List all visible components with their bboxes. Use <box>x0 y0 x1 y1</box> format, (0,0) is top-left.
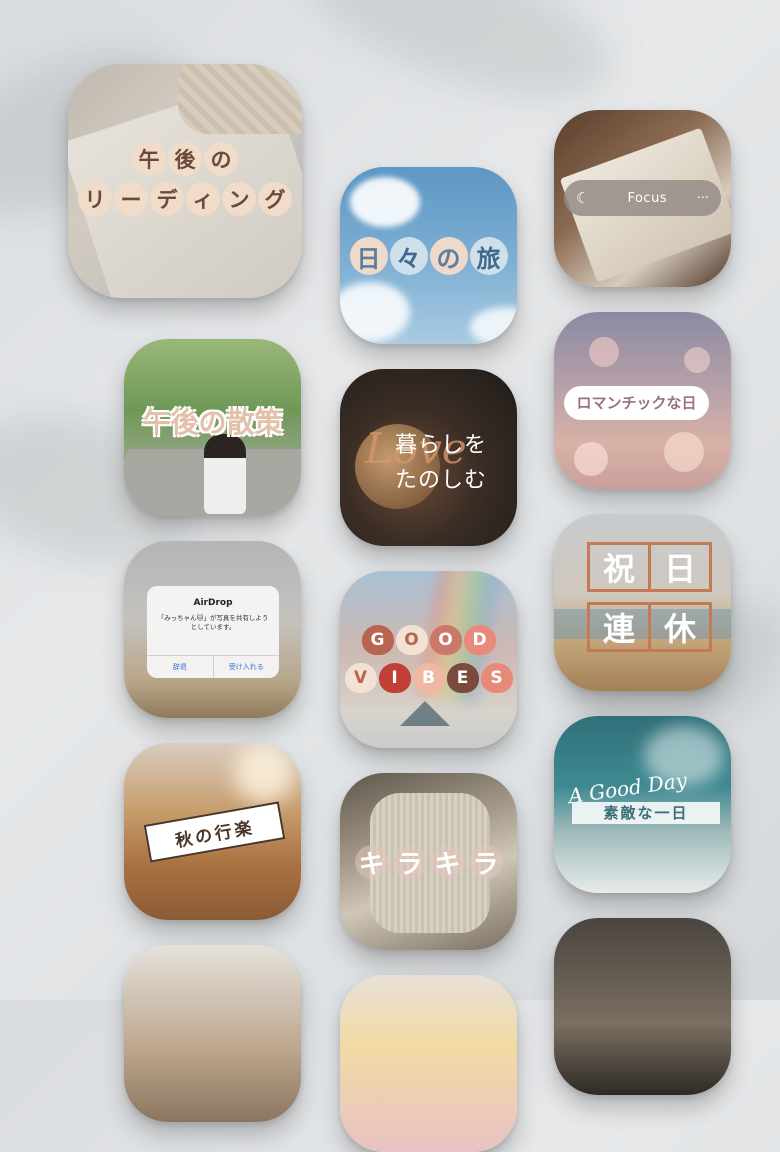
widget-enjoy-life[interactable]: Love 暮らしを たのしむ <box>340 369 517 546</box>
heart-letter: D <box>463 625 496 655</box>
accept-button[interactable]: 受け入れる <box>214 656 280 678</box>
autumn-ribbon: 秋の行楽 <box>143 801 286 863</box>
heart-letter: B <box>412 663 445 693</box>
leaf-shadow <box>289 0 631 132</box>
heart-letter: O <box>395 625 428 655</box>
airdrop-title: AirDrop <box>193 598 233 608</box>
title-char: キ <box>354 845 389 880</box>
person-figure <box>204 434 246 514</box>
title-char: ィ <box>186 182 220 216</box>
heart-letter: S <box>480 663 513 693</box>
bokeh <box>664 432 704 472</box>
reading-title: 午 後 の リ ー デ ィ ン グ <box>68 142 302 216</box>
widget-airdrop[interactable]: AirDrop 「みっちゃん🐱」が写真を共有しようとしています。 辞退 受け入れ… <box>124 541 301 718</box>
title-char: の <box>429 237 468 275</box>
widget-afternoon-walk[interactable]: 午後の散策 <box>124 339 301 516</box>
cloud <box>350 177 420 227</box>
autumn-title: 秋の行楽 <box>173 817 257 852</box>
vibes-row: V I B E S <box>340 663 517 693</box>
title-char: リ <box>78 182 112 216</box>
bokeh <box>574 442 608 476</box>
widget-partial-pastel[interactable] <box>340 975 517 1152</box>
title-char: 午 <box>132 142 166 176</box>
widget-good-day[interactable]: A Good Day 素敵な一日 <box>554 716 731 893</box>
journey-title: 日 々 の 旅 <box>348 237 509 275</box>
holiday-grid: 祝 日 連 休 <box>587 542 712 652</box>
focus-pill[interactable]: ☾ Focus ··· <box>564 180 721 216</box>
romantic-title: ロマンチックな日 <box>564 386 709 420</box>
more-icon[interactable]: ··· <box>697 191 709 206</box>
widget-romantic-day[interactable]: ロマンチックな日 <box>554 312 731 489</box>
widget-kirakira[interactable]: キ ラ キ ラ <box>340 773 517 950</box>
enjoy-line1: 暮らしを <box>395 433 488 458</box>
kirakira-title: キ ラ キ ラ <box>340 845 517 880</box>
focus-label: Focus <box>627 190 668 206</box>
widget-partial-photo[interactable] <box>124 945 301 1122</box>
title-char: 後 <box>168 142 202 176</box>
widget-holiday[interactable]: 祝 日 連 休 <box>554 514 731 691</box>
title-char: キ <box>430 845 465 880</box>
widget-daily-journey[interactable]: 日 々 の 旅 <box>340 167 517 344</box>
title-char: 日 <box>349 237 388 275</box>
heart-letter: V <box>344 663 377 693</box>
title-char: ラ <box>468 845 503 880</box>
title-char: の <box>204 142 238 176</box>
holiday-char: 連 <box>587 602 651 652</box>
holiday-char: 日 <box>651 542 712 592</box>
good-row: G O O D <box>340 625 517 655</box>
decline-button[interactable]: 辞退 <box>147 656 214 678</box>
widget-afternoon-reading[interactable]: 午 後 の リ ー デ ィ ン グ <box>68 64 302 298</box>
enjoy-line2: たのしむ <box>395 468 488 493</box>
walk-title: 午後の散策 <box>142 406 283 439</box>
moon-icon: ☾ <box>576 189 590 207</box>
heart-letter: O <box>429 625 462 655</box>
sweater-texture <box>178 64 302 134</box>
title-char: 々 <box>389 237 428 275</box>
airdrop-message: 「みっちゃん🐱」が写真を共有しようとしています。 <box>157 614 269 632</box>
airdrop-dialog[interactable]: AirDrop 「みっちゃん🐱」が写真を共有しようとしています。 辞退 受け入れ… <box>147 586 279 678</box>
title-char: 旅 <box>469 237 508 275</box>
widget-partial-dark[interactable] <box>554 918 731 1095</box>
widget-good-vibes[interactable]: G O O D V I B E S <box>340 571 517 748</box>
bokeh <box>589 337 619 367</box>
title-char: ー <box>114 182 148 216</box>
title-char: ラ <box>392 845 427 880</box>
widget-focus[interactable]: ☾ Focus ··· <box>554 110 731 287</box>
sun-glow <box>234 743 294 803</box>
mountain-peak <box>400 701 450 726</box>
heart-letter: G <box>361 625 394 655</box>
title-char: デ <box>150 182 184 216</box>
widget-autumn-trip[interactable]: 秋の行楽 <box>124 743 301 920</box>
holiday-char: 休 <box>651 602 712 652</box>
cloud <box>340 282 410 342</box>
bokeh <box>684 347 710 373</box>
holiday-char: 祝 <box>587 542 651 592</box>
good-day-jp: 素敵な一日 <box>572 802 720 824</box>
heart-letter: I <box>378 663 411 693</box>
title-char: グ <box>258 182 292 216</box>
title-char: ン <box>222 182 256 216</box>
heart-letter: E <box>446 663 479 693</box>
cloud <box>470 307 517 344</box>
airdrop-actions: 辞退 受け入れる <box>147 655 279 678</box>
